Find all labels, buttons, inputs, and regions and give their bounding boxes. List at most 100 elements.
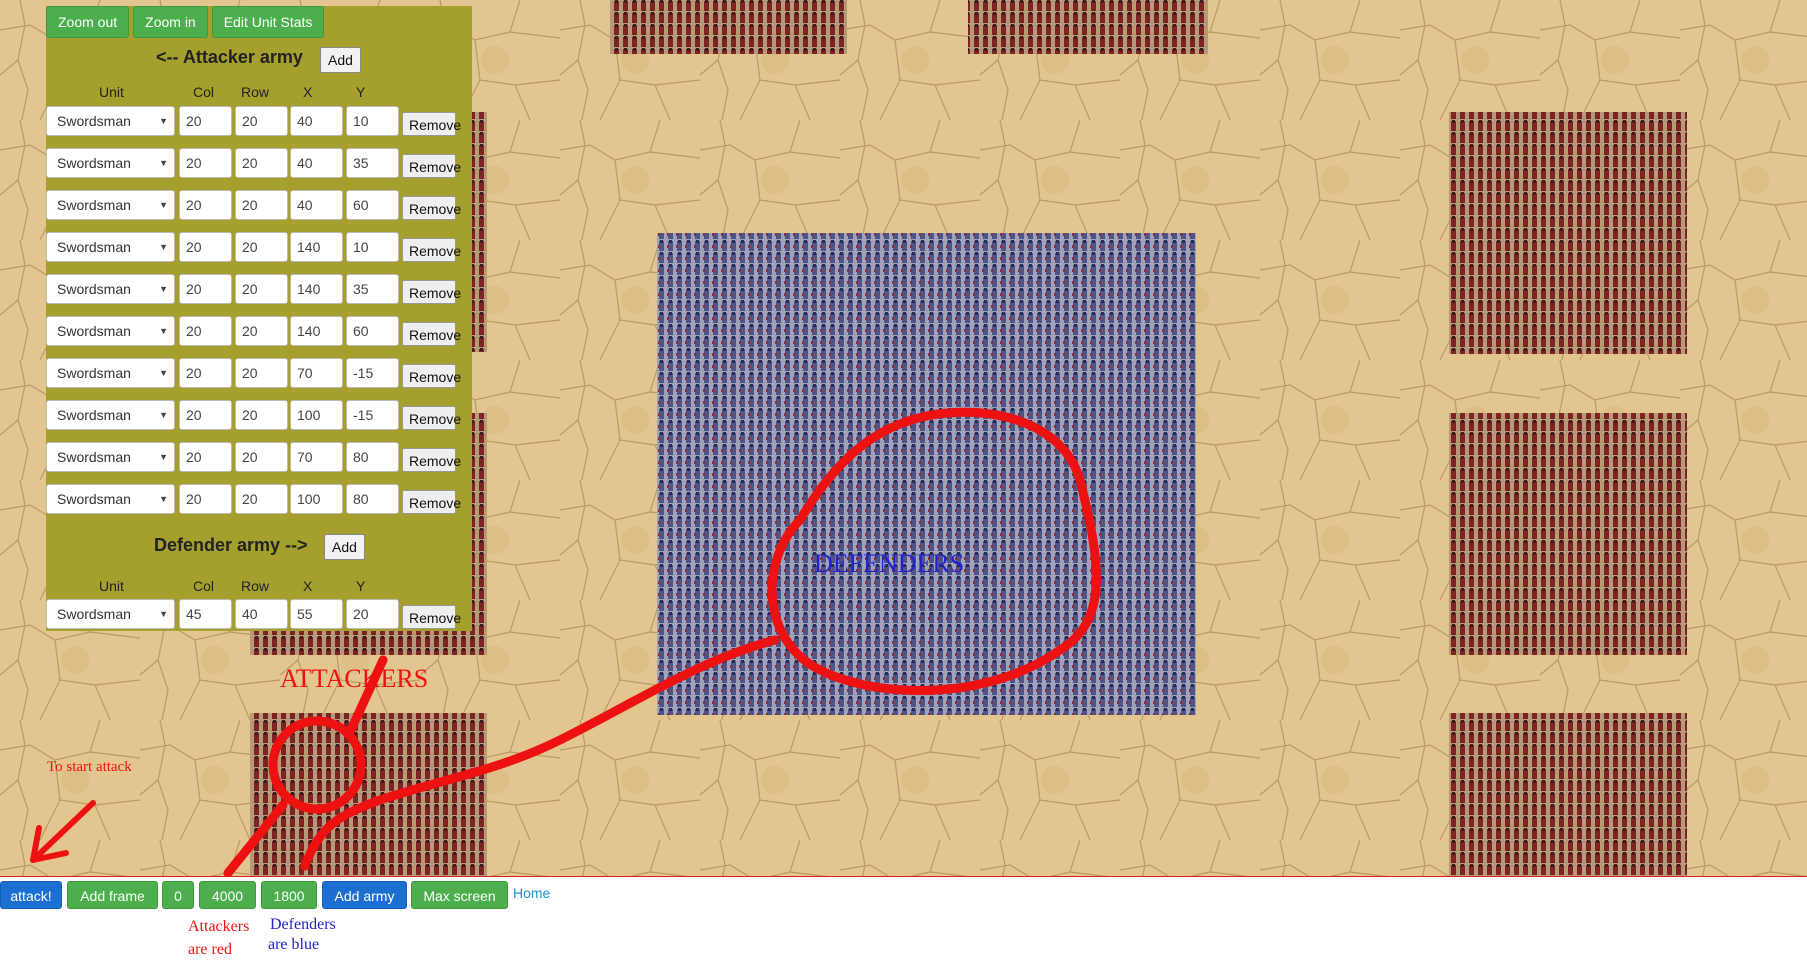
x-input[interactable]: 140 [290, 316, 343, 346]
row-input[interactable]: 20 [235, 274, 288, 304]
remove-button[interactable]: Remove [402, 322, 461, 346]
y-input[interactable]: 35 [346, 148, 399, 178]
edit-unit-stats-button[interactable]: Edit Unit Stats [211, 6, 325, 38]
remove-button[interactable]: Remove [402, 238, 461, 262]
remove-button[interactable]: Remove [402, 280, 461, 304]
y-input[interactable]: 60 [346, 190, 399, 220]
remove-button[interactable]: Remove [402, 490, 461, 514]
col-input[interactable]: 20 [179, 274, 232, 304]
unit-select[interactable]: Swordsman ▼ [46, 106, 175, 136]
defenders-blue-line1: Defenders [270, 916, 336, 933]
unit-select[interactable]: Swordsman ▼ [46, 358, 175, 388]
army-row: Swordsman ▼ 20 20 140 35 Remove [46, 274, 472, 306]
unit-select-value: Swordsman [57, 449, 131, 465]
x-input[interactable]: 140 [290, 274, 343, 304]
x-input[interactable]: 40 [290, 190, 343, 220]
zoom-in-button[interactable]: Zoom in [133, 6, 208, 38]
remove-button[interactable]: Remove [402, 605, 461, 629]
defenders-annotation: DEFENDERS [814, 549, 965, 578]
col-input[interactable]: 20 [179, 190, 232, 220]
x-input[interactable]: 40 [290, 106, 343, 136]
col-input[interactable]: 20 [179, 358, 232, 388]
unit-select[interactable]: Swordsman ▼ [46, 484, 175, 514]
unit-select[interactable]: Swordsman ▼ [46, 274, 175, 304]
col-input[interactable]: 45 [179, 599, 232, 629]
unit-select-value: Swordsman [57, 113, 131, 129]
home-link[interactable]: Home [513, 885, 550, 901]
row-input[interactable]: 20 [235, 484, 288, 514]
height-button[interactable]: 1800 [261, 881, 317, 909]
x-input[interactable]: 55 [290, 599, 343, 629]
column-header: X [303, 84, 313, 100]
unit-select-value: Swordsman [57, 365, 131, 381]
unit-select[interactable]: Swordsman ▼ [46, 599, 175, 629]
unit-select-value: Swordsman [57, 281, 131, 297]
row-input[interactable]: 20 [235, 442, 288, 472]
to-start-annotation: To start attack [47, 759, 132, 775]
col-input[interactable]: 20 [179, 400, 232, 430]
frame-counter-button[interactable]: 0 [162, 881, 194, 909]
y-input[interactable]: -15 [346, 358, 399, 388]
col-input[interactable]: 20 [179, 148, 232, 178]
y-input[interactable]: 80 [346, 484, 399, 514]
x-input[interactable]: 40 [290, 148, 343, 178]
add-defender-button[interactable]: Add [324, 534, 365, 560]
y-input[interactable]: 10 [346, 106, 399, 136]
unit-select[interactable]: Swordsman ▼ [46, 148, 175, 178]
max-screen-button[interactable]: Max screen [411, 881, 508, 909]
unit-select[interactable]: Swordsman ▼ [46, 232, 175, 262]
y-input[interactable]: 20 [346, 599, 399, 629]
y-input[interactable]: 80 [346, 442, 399, 472]
unit-select-value: Swordsman [57, 197, 131, 213]
column-header: Unit [99, 84, 124, 100]
add-frame-button[interactable]: Add frame [67, 881, 158, 909]
row-input[interactable]: 20 [235, 190, 288, 220]
attackers-red-line2: are red [188, 941, 232, 958]
add-attacker-button[interactable]: Add [320, 47, 361, 73]
army-config-panel: Zoom out Zoom in Edit Unit Stats <-- Att… [46, 6, 472, 631]
attackers-red-note: Attackers are red [188, 915, 249, 961]
row-input[interactable]: 20 [235, 400, 288, 430]
column-header: Unit [99, 578, 124, 594]
y-input[interactable]: -15 [346, 400, 399, 430]
unit-select[interactable]: Swordsman ▼ [46, 400, 175, 430]
row-input[interactable]: 20 [235, 316, 288, 346]
row-input[interactable]: 20 [235, 148, 288, 178]
attacker-formation [1449, 713, 1687, 876]
remove-button[interactable]: Remove [402, 448, 461, 472]
x-input[interactable]: 100 [290, 400, 343, 430]
col-input[interactable]: 20 [179, 106, 232, 136]
remove-button[interactable]: Remove [402, 154, 461, 178]
x-input[interactable]: 100 [290, 484, 343, 514]
add-army-button[interactable]: Add army [322, 881, 407, 909]
x-input[interactable]: 70 [290, 358, 343, 388]
row-input[interactable]: 20 [235, 106, 288, 136]
row-input[interactable]: 20 [235, 232, 288, 262]
remove-button[interactable]: Remove [402, 196, 461, 220]
col-input[interactable]: 20 [179, 232, 232, 262]
col-input[interactable]: 20 [179, 442, 232, 472]
attackers-red-line1: Attackers [188, 918, 250, 935]
y-input[interactable]: 10 [346, 232, 399, 262]
zoom-toolbar: Zoom out Zoom in Edit Unit Stats [46, 6, 325, 40]
remove-button[interactable]: Remove [402, 364, 461, 388]
zoom-out-button[interactable]: Zoom out [46, 6, 130, 38]
unit-select-value: Swordsman [57, 491, 131, 507]
col-input[interactable]: 20 [179, 316, 232, 346]
unit-select[interactable]: Swordsman ▼ [46, 442, 175, 472]
y-input[interactable]: 35 [346, 274, 399, 304]
remove-button[interactable]: Remove [402, 406, 461, 430]
row-input[interactable]: 20 [235, 358, 288, 388]
unit-select[interactable]: Swordsman ▼ [46, 316, 175, 346]
attack-button[interactable]: attack! [0, 881, 62, 909]
attacker-army-title: <-- Attacker army [156, 47, 303, 67]
remove-button[interactable]: Remove [402, 112, 461, 136]
attacker-formation [968, 0, 1208, 54]
row-input[interactable]: 40 [235, 599, 288, 629]
y-input[interactable]: 60 [346, 316, 399, 346]
unit-select[interactable]: Swordsman ▼ [46, 190, 175, 220]
x-input[interactable]: 70 [290, 442, 343, 472]
col-input[interactable]: 20 [179, 484, 232, 514]
width-button[interactable]: 4000 [199, 881, 256, 909]
x-input[interactable]: 140 [290, 232, 343, 262]
